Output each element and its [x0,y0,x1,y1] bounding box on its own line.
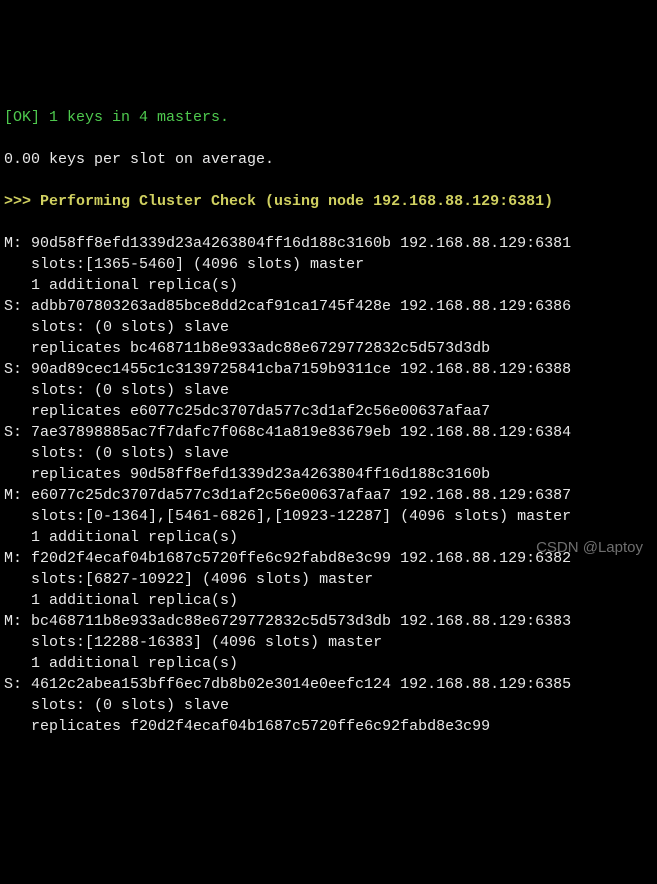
node-replica-info: replicates e6077c25dc3707da577c3d1af2c56… [4,401,653,422]
node-replica-info: 1 additional replica(s) [4,653,653,674]
node-replica-info: 1 additional replica(s) [4,527,653,548]
node-header: M: bc468711b8e933adc88e6729772832c5d573d… [4,611,653,632]
node-replica-info: 1 additional replica(s) [4,590,653,611]
check-line: >>> Performing Cluster Check (using node… [4,191,653,212]
node-list: M: 90d58ff8efd1339d23a4263804ff16d188c31… [4,233,653,737]
node-slots: slots: (0 slots) slave [4,695,653,716]
node-header: S: adbb707803263ad85bce8dd2caf91ca1745f4… [4,296,653,317]
node-slots: slots: (0 slots) slave [4,317,653,338]
node-header: M: e6077c25dc3707da577c3d1af2c56e00637af… [4,485,653,506]
node-header: S: 4612c2abea153bff6ec7db8b02e3014e0eefc… [4,674,653,695]
node-header: S: 7ae37898885ac7f7dafc7f068c41a819e8367… [4,422,653,443]
node-replica-info: replicates f20d2f4ecaf04b1687c5720ffe6c9… [4,716,653,737]
node-header: M: 90d58ff8efd1339d23a4263804ff16d188c31… [4,233,653,254]
node-slots: slots: (0 slots) slave [4,443,653,464]
node-slots: slots:[12288-16383] (4096 slots) master [4,632,653,653]
ok-line: [OK] 1 keys in 4 masters. [4,107,653,128]
node-header: M: f20d2f4ecaf04b1687c5720ffe6c92fabd8e3… [4,548,653,569]
node-slots: slots:[6827-10922] (4096 slots) master [4,569,653,590]
avg-line: 0.00 keys per slot on average. [4,149,653,170]
node-slots: slots:[1365-5460] (4096 slots) master [4,254,653,275]
node-slots: slots:[0-1364],[5461-6826],[10923-12287]… [4,506,653,527]
node-replica-info: replicates bc468711b8e933adc88e672977283… [4,338,653,359]
ok-prefix: [OK] [4,109,49,126]
ok-text: 1 keys in 4 masters. [49,109,229,126]
check-node: (using node 192.168.88.129:6381) [265,193,553,210]
node-header: S: 90ad89cec1455c1c3139725841cba7159b931… [4,359,653,380]
terminal-output: [OK] 1 keys in 4 masters. 0.00 keys per … [4,86,653,758]
check-prefix: >>> Performing Cluster Check [4,193,265,210]
node-slots: slots: (0 slots) slave [4,380,653,401]
node-replica-info: 1 additional replica(s) [4,275,653,296]
node-replica-info: replicates 90d58ff8efd1339d23a4263804ff1… [4,464,653,485]
